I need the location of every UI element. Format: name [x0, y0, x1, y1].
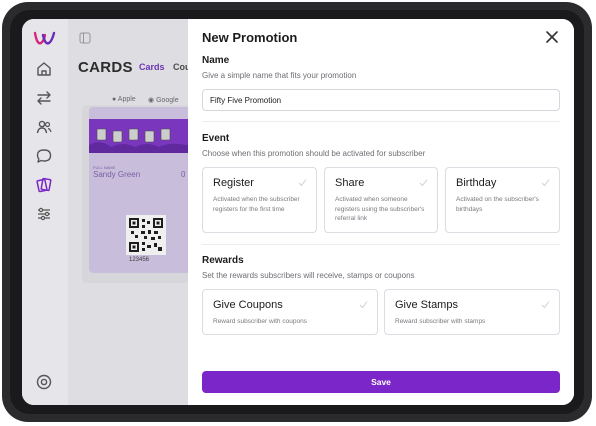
name-section-subtitle: Give a simple name that fits your promot… — [202, 71, 357, 80]
chat-icon[interactable] — [35, 147, 53, 165]
transfer-icon[interactable] — [35, 89, 53, 107]
logo-icon[interactable] — [33, 29, 57, 47]
event-option-birthday[interactable]: Birthday Activated on the subscriber's b… — [445, 167, 560, 233]
event-option-share[interactable]: Share Activated when someone registers u… — [324, 167, 438, 233]
check-icon — [541, 301, 550, 309]
sidebar — [22, 19, 68, 405]
save-button[interactable]: Save — [202, 371, 560, 393]
reward-option-label: Give Stamps — [395, 299, 458, 311]
check-icon — [541, 179, 550, 187]
event-option-description: Activated on the subscriber's birthdays — [456, 196, 539, 213]
reward-option-label: Give Coupons — [213, 299, 283, 311]
name-section-title: Name — [202, 55, 230, 66]
check-icon — [298, 179, 307, 187]
event-option-label: Share — [335, 177, 365, 189]
app-screen: CARDS Cards Cou ● Apple ◉ Google FULL NA… — [22, 19, 574, 405]
rewards-section-subtitle: Set the rewards subscribers will receive… — [202, 271, 415, 280]
check-icon — [419, 179, 428, 187]
event-option-label: Birthday — [456, 177, 497, 189]
close-icon[interactable] — [544, 29, 560, 45]
divider — [202, 121, 560, 122]
reward-option-description: Reward subscriber with stamps — [395, 318, 486, 325]
promotion-name-input[interactable] — [202, 89, 560, 111]
cards-icon[interactable] — [35, 176, 53, 194]
new-promotion-panel: New Promotion Name Give a simple name th… — [188, 19, 574, 405]
panel-title: New Promotion — [202, 30, 298, 45]
event-option-description: Activated when someone registers using t… — [335, 196, 425, 222]
event-section-title: Event — [202, 133, 230, 144]
help-icon[interactable] — [35, 373, 53, 391]
check-icon — [359, 301, 368, 309]
event-option-register[interactable]: Register Activated when the subscriber r… — [202, 167, 317, 233]
home-icon[interactable] — [35, 60, 53, 78]
rewards-section-title: Rewards — [202, 255, 244, 266]
divider — [202, 244, 560, 245]
event-section-subtitle: Choose when this promotion should be act… — [202, 149, 426, 158]
event-option-label: Register — [213, 177, 254, 189]
settings-sliders-icon[interactable] — [35, 205, 53, 223]
event-option-description: Activated when the subscriber registers … — [213, 196, 300, 213]
reward-option-stamps[interactable]: Give Stamps Reward subscriber with stamp… — [384, 289, 560, 335]
users-icon[interactable] — [35, 118, 53, 136]
reward-option-description: Reward subscriber with coupons — [213, 318, 307, 325]
reward-option-coupons[interactable]: Give Coupons Reward subscriber with coup… — [202, 289, 378, 335]
